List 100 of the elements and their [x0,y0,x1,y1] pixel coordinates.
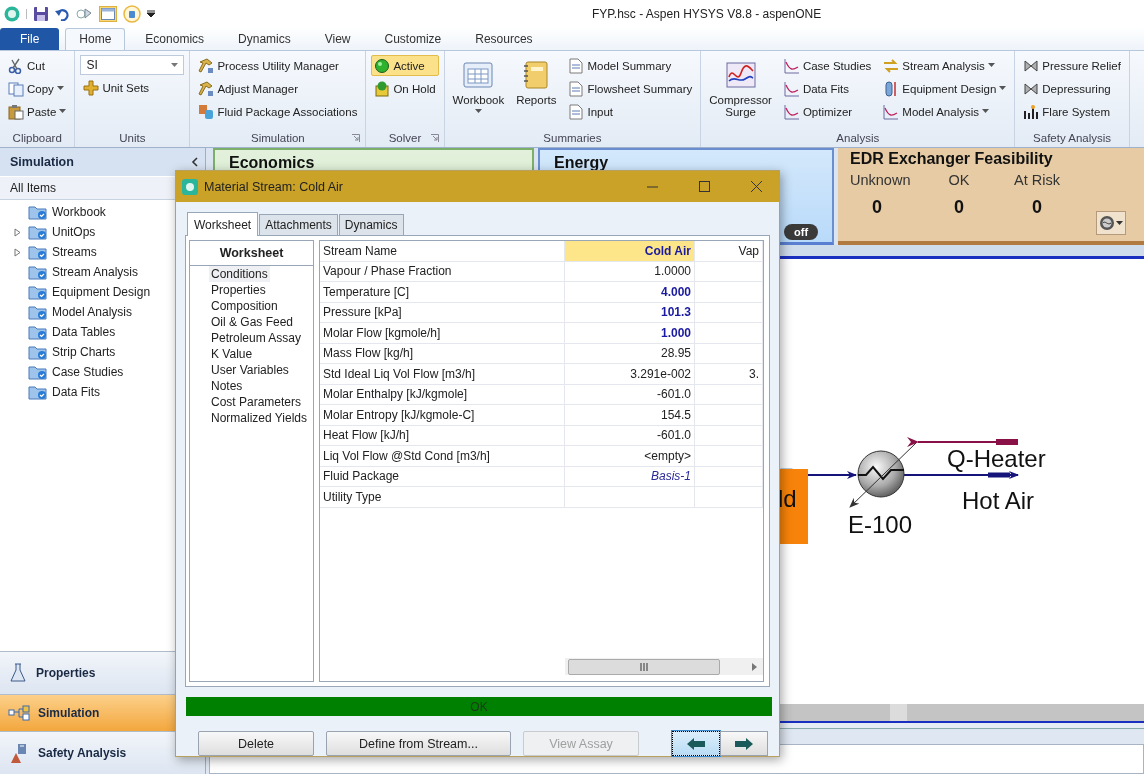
table-cell[interactable]: 154.5 [565,405,695,425]
tree-item[interactable]: Data Fits [0,382,104,402]
menu-button[interactable] [1096,211,1126,235]
caret-icon [999,86,1007,91]
ribbon-button[interactable]: Case Studies [780,55,875,76]
ribbon-tab[interactable]: Resources [461,28,547,50]
count-value: 0 [954,197,964,218]
launcher-icon[interactable] [352,134,361,142]
table-cell[interactable]: <empty> [565,446,695,466]
side-menu-item[interactable]: Cost Parameters [209,394,304,410]
group-label: Clipboard [12,132,62,144]
ribbon-tab[interactable]: Dynamics [224,28,305,50]
tree-item[interactable]: Streams [0,242,101,262]
side-menu-item[interactable]: Normalized Yields [209,410,310,426]
ribbon-button[interactable]: Depressuring [1020,78,1124,99]
ribbon-button[interactable]: Equipment Design [880,78,1010,99]
ribbon-tab[interactable]: Home [65,28,126,50]
heat-exchanger[interactable] [857,450,905,498]
tree-item[interactable]: UnitOps [0,222,100,242]
tree-item[interactable]: Strip Charts [0,342,120,362]
side-menu-item[interactable]: User Variables [209,362,291,378]
side-menu-item[interactable]: Composition [209,298,280,314]
side-menu-item[interactable]: Notes [209,378,245,394]
scrollbar[interactable] [565,658,763,675]
ribbon-button[interactable]: Fluid Package Associations [195,101,361,122]
table-cell[interactable]: -601.0 [565,384,695,404]
ribbon-button[interactable]: Copy [5,78,70,99]
side-menu-item[interactable]: Properties [209,282,268,298]
tree-item[interactable]: Data Tables [0,322,120,342]
ribbon-tab[interactable]: View [310,28,365,50]
stream-label[interactable]: ld [778,469,808,544]
cross-icon [83,79,100,96]
file-menu-tab[interactable]: File [0,28,60,50]
unit-set-dropdown[interactable]: SI [80,55,185,75]
table-cell[interactable]: 4.000 [565,282,695,302]
ribbon-button[interactable]: Cut [5,55,70,76]
side-menu-item[interactable]: Oil & Gas Feed [209,314,296,330]
ribbon-button[interactable]: Model Analysis [880,101,1010,122]
tools-icon[interactable] [75,5,93,22]
ribbon-button[interactable]: Paste [5,101,70,122]
pages-icon [8,80,24,97]
table-cell[interactable]: 3.291e-002 [565,364,695,384]
column-header[interactable]: Cold Air [565,241,695,261]
launcher-icon[interactable] [430,134,439,142]
ribbon-tab[interactable]: Customize [370,28,456,50]
nav-section-button[interactable]: Safety Analysis [0,731,205,774]
side-menu-item[interactable]: Conditions [209,266,270,282]
ribbon-button[interactable]: Model Summary [565,55,696,76]
dialog-tab[interactable]: Attachments [259,214,338,235]
ribbon-button[interactable]: Input [565,101,696,122]
dialog-tab[interactable]: Worksheet [187,212,259,236]
previous-button[interactable] [672,731,720,756]
ribbon-button[interactable]: Flare System [1020,101,1124,122]
caret-icon [982,109,990,114]
ribbon-button[interactable]: Optimizer [780,101,875,122]
energy-stream-arrow[interactable] [907,437,1019,447]
wave-chart-icon [724,59,757,91]
side-menu-item[interactable]: K Value [209,346,255,362]
tree-item[interactable]: Stream Analysis [0,262,143,282]
save-icon[interactable] [33,5,49,22]
table-cell[interactable]: 101.3 [565,302,695,322]
table-cell[interactable]: Basis-1 [565,466,695,486]
dialog-button[interactable]: Define from Stream... [326,731,511,756]
ribbon-button[interactable]: Data Fits [780,78,875,99]
ribbon-button[interactable]: Adjust Manager [195,78,361,99]
ribbon-button[interactable]: Flowsheet Summary [565,78,696,99]
table-cell[interactable]: 1.000 [565,323,695,343]
table-cell[interactable]: 28.95 [565,343,695,363]
dialog-button[interactable]: Delete [198,731,314,756]
table-cell[interactable]: -601.0 [565,425,695,445]
next-button[interactable] [720,731,768,756]
table-cell[interactable]: 1.0000 [565,261,695,281]
side-menu-item[interactable]: Petroleum Assay [209,330,304,346]
edr-tile[interactable]: EDR Exchanger Feasibility Unknown 0 OK 0 At Risk 0 [838,148,1144,245]
product-stream-arrow[interactable] [903,471,1019,479]
ribbon-button[interactable]: Pressure Relief [1020,55,1124,76]
customize-icon[interactable] [147,9,155,18]
ribbon-tab[interactable]: Economics [131,28,219,50]
column-header[interactable]: Vap [695,241,763,261]
ribbon-button[interactable]: Active [371,55,439,76]
tree-item[interactable]: Model Analysis [0,302,137,322]
chart-icon [783,103,800,120]
ribbon-button[interactable]: Workbook [449,55,508,129]
circle-icon[interactable] [123,4,141,23]
table-cell[interactable]: 3. [695,364,763,384]
ribbon-button[interactable]: Process Utility Manager [195,55,361,76]
tree-item[interactable]: Equipment Design [0,282,155,302]
ribbon-button[interactable]: Compressor Surge [706,55,775,129]
dialog-tab[interactable]: Dynamics [338,214,404,235]
undo-icon[interactable] [55,6,69,21]
ribbon-button[interactable]: Stream Analysis [880,55,1010,76]
ribbon-button[interactable]: On Hold [371,78,439,99]
energy-toggle[interactable]: off [784,224,819,240]
filter-label[interactable]: All Items [10,181,56,195]
tree-item[interactable]: Workbook [0,202,110,222]
ribbon-button[interactable]: Unit Sets [80,77,185,98]
tree-item[interactable]: Case Studies [0,362,128,382]
ribbon-button[interactable]: Reports [513,55,560,129]
layout-button[interactable] [99,5,117,22]
collapse-icon[interactable] [191,157,199,167]
